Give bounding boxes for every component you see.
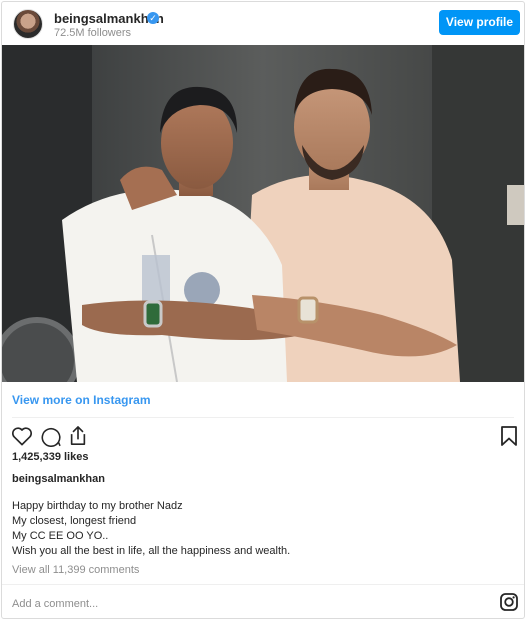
post-photo[interactable] [2,45,524,382]
view-all-comments-link[interactable]: View all 11,399 comments [12,564,139,576]
comment-icon[interactable] [40,426,62,447]
divider [2,584,524,585]
caption-line: My closest, longest friend [12,515,137,527]
share-icon[interactable] [68,425,88,447]
avatar[interactable] [13,9,43,39]
view-more-link[interactable]: View more on Instagram [12,393,151,407]
divider [12,417,514,418]
view-profile-button[interactable]: View profile [439,10,520,35]
post-header: beingsalmankhan ✓ 72.5M followers View p… [2,2,524,45]
caption-line: My CC EE OO YO.. [12,530,109,542]
verified-badge-icon: ✓ [147,12,159,24]
heart-icon[interactable] [11,426,33,446]
post-photo-illustration [2,45,524,382]
like-count[interactable]: 1,425,339 likes [12,451,88,463]
follower-count: 72.5M followers [54,27,132,39]
caption-line: Wish you all the best in life, all the h… [12,545,291,557]
instagram-embed-card: beingsalmankhan ✓ 72.5M followers View p… [1,1,525,619]
comment-input[interactable]: Add a comment... [12,598,98,610]
instagram-icon[interactable] [500,593,518,611]
caption-username[interactable]: beingsalmankhan [12,473,105,485]
caption-line: Happy birthday to my brother Nadz [12,500,183,512]
bookmark-icon[interactable] [500,425,518,447]
